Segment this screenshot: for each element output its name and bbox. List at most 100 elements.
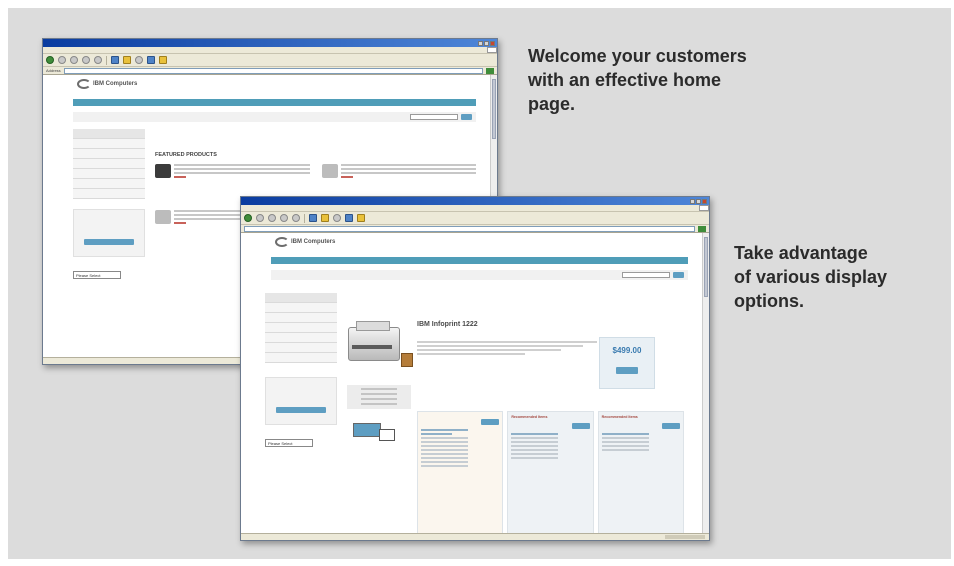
mail-icon[interactable] xyxy=(345,214,353,222)
price-box: $499.00 xyxy=(599,337,655,389)
featured-item[interactable] xyxy=(155,164,310,180)
sidebar-item[interactable] xyxy=(73,159,145,169)
stop-icon[interactable] xyxy=(70,56,78,64)
category-sidebar: Please Select xyxy=(265,293,337,447)
window-controls[interactable] xyxy=(478,40,495,46)
main-nav-bar[interactable] xyxy=(73,99,476,106)
checkout-button[interactable] xyxy=(84,239,134,245)
sidebar-item[interactable] xyxy=(73,169,145,179)
site-header: IBM Computers xyxy=(43,75,490,99)
window-titlebar xyxy=(43,39,497,47)
featured-item[interactable] xyxy=(321,164,476,180)
recommended-add-button[interactable] xyxy=(661,423,680,429)
forward-icon[interactable] xyxy=(58,56,66,64)
sidebar-heading xyxy=(265,293,337,303)
vertical-scrollbar[interactable] xyxy=(702,233,709,533)
caption-display-options: Take advantage of various display option… xyxy=(734,241,934,313)
caption-line: with an effective home xyxy=(528,70,722,90)
alt-view-thumbnail[interactable] xyxy=(353,423,381,437)
address-bar xyxy=(241,225,709,233)
sidebar-item[interactable] xyxy=(73,149,145,159)
go-button[interactable] xyxy=(486,67,494,74)
featured-row xyxy=(155,164,476,180)
forward-icon[interactable] xyxy=(256,214,264,222)
history-icon[interactable] xyxy=(135,56,143,64)
product-page-content: IBM Computers Please Select IBM Infoprin… xyxy=(241,233,702,533)
sidebar-item[interactable] xyxy=(73,139,145,149)
minimize-icon[interactable] xyxy=(478,40,483,46)
close-icon[interactable] xyxy=(490,40,495,46)
product-thumbnail[interactable] xyxy=(155,210,171,224)
windows-logo-icon xyxy=(487,47,497,53)
sidebar-item[interactable] xyxy=(265,303,337,313)
checkout-button[interactable] xyxy=(276,407,326,413)
address-input[interactable] xyxy=(63,67,483,74)
sidebar-item[interactable] xyxy=(265,313,337,323)
minimize-icon[interactable] xyxy=(690,198,695,204)
category-select[interactable]: Please Select xyxy=(265,439,313,447)
sidebar-heading xyxy=(73,129,145,139)
search-row xyxy=(271,270,688,280)
search-input[interactable] xyxy=(622,272,670,278)
scrollbar-thumb[interactable] xyxy=(704,237,708,297)
category-select[interactable]: Please Select xyxy=(73,271,121,279)
favorites-icon[interactable] xyxy=(321,214,329,222)
mail-icon[interactable] xyxy=(147,56,155,64)
search-icon[interactable] xyxy=(309,214,317,222)
recommended-item: Recommended Items xyxy=(597,411,684,533)
maximize-icon[interactable] xyxy=(696,198,701,204)
scrollbar-thumb[interactable] xyxy=(492,79,496,139)
logo-swoosh-icon xyxy=(275,237,289,247)
sidebar-item[interactable] xyxy=(265,323,337,333)
refresh-icon[interactable] xyxy=(82,56,90,64)
menu-bar xyxy=(241,205,709,212)
product-specs xyxy=(347,385,411,409)
product-title: IBM Infoprint 1222 xyxy=(417,321,478,328)
site-logo[interactable]: IBM Computers xyxy=(77,79,137,89)
address-input[interactable] xyxy=(244,225,695,232)
favorites-icon[interactable] xyxy=(123,56,131,64)
recommended-add-button[interactable] xyxy=(571,423,590,429)
close-icon[interactable] xyxy=(702,198,707,204)
search-icon[interactable] xyxy=(111,56,119,64)
sidebar-item[interactable] xyxy=(265,343,337,353)
sidebar-item[interactable] xyxy=(265,333,337,343)
main-nav-bar[interactable] xyxy=(271,257,688,264)
toolbar-divider xyxy=(304,213,305,223)
caption-home-page: Welcome your customers with an effective… xyxy=(528,44,828,116)
product-image[interactable] xyxy=(346,319,404,365)
status-bar xyxy=(241,533,709,540)
search-button[interactable] xyxy=(673,272,684,278)
stop-icon[interactable] xyxy=(268,214,276,222)
folder-icon[interactable] xyxy=(159,56,167,64)
home-icon[interactable] xyxy=(94,56,102,64)
back-icon[interactable] xyxy=(46,56,54,64)
caption-line: Take advantage xyxy=(734,243,868,263)
add-to-cart-button[interactable] xyxy=(616,367,638,374)
printer-tray xyxy=(356,321,390,331)
window-controls[interactable] xyxy=(690,198,707,204)
back-icon[interactable] xyxy=(244,214,252,222)
search-button[interactable] xyxy=(461,114,472,120)
sidebar-item[interactable] xyxy=(265,353,337,363)
related-item xyxy=(417,411,504,533)
folder-icon[interactable] xyxy=(357,214,365,222)
alt-view-thumbnail[interactable] xyxy=(379,429,395,441)
history-icon[interactable] xyxy=(333,214,341,222)
product-thumbnail[interactable] xyxy=(155,164,171,178)
go-button[interactable] xyxy=(698,225,706,232)
related-add-button[interactable] xyxy=(481,419,500,425)
maximize-icon[interactable] xyxy=(484,40,489,46)
search-input[interactable] xyxy=(410,114,458,120)
search-row xyxy=(73,112,476,122)
windows-logo-icon xyxy=(699,205,709,211)
caption-line: of various display xyxy=(734,267,888,287)
site-header: IBM Computers xyxy=(241,233,702,257)
product-thumbnail[interactable] xyxy=(321,164,338,178)
sidebar-item[interactable] xyxy=(73,189,145,199)
site-logo[interactable]: IBM Computers xyxy=(275,237,335,247)
sidebar-item[interactable] xyxy=(73,179,145,189)
browser-window-product: IBM Computers Please Select IBM Infoprin… xyxy=(240,196,710,541)
home-icon[interactable] xyxy=(292,214,300,222)
refresh-icon[interactable] xyxy=(280,214,288,222)
